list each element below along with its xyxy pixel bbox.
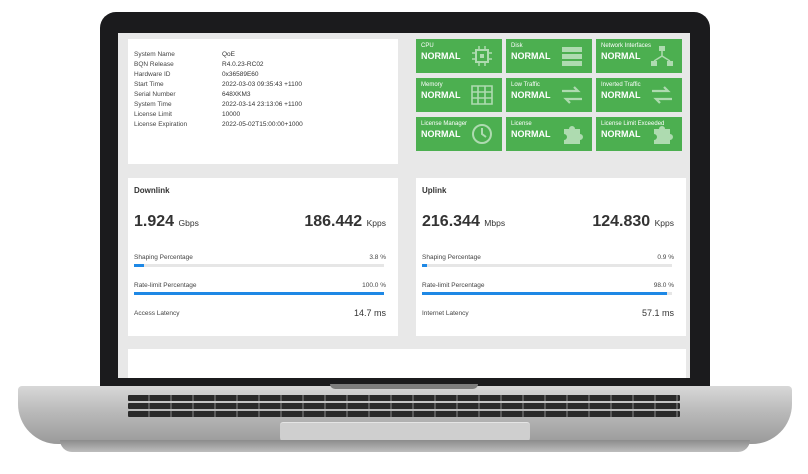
clock-icon: [472, 124, 492, 144]
latency-value: 57.1 ms: [641, 308, 674, 318]
status-tile-license-limit-exceeded[interactable]: License Limit Exceeded NORMAL: [596, 117, 682, 151]
uplink-card: Uplink 216.344 Mbps 124.830 Kpps Shaping…: [416, 178, 686, 336]
bar-fill: [134, 264, 144, 267]
latency-value: 14.7 ms: [353, 308, 386, 318]
uplink-packets: 124.830 Kpps: [592, 213, 674, 230]
shaping-pct: 0.9 %: [657, 254, 674, 261]
status-tile-disk[interactable]: Disk NORMAL: [506, 39, 592, 73]
ratelimit-pct: 98.0 %: [653, 282, 674, 289]
info-row: System Time 2022-03-14 23:13:06 +1100: [134, 101, 302, 108]
laptop-base-front: [60, 440, 750, 452]
card-title: Downlink: [134, 186, 170, 195]
downlink-packets: 186.442 Kpps: [304, 213, 386, 230]
arrows-icon: [652, 86, 672, 104]
puzzle-icon: [564, 126, 583, 144]
info-row: Start Time 2022-03-03 09:35:43 +1100: [134, 81, 302, 88]
keyboard: [128, 395, 680, 425]
server-icon: [562, 47, 582, 66]
info-row: Serial Number 648XKM3: [134, 91, 251, 98]
shaping-bar: [134, 264, 384, 267]
status-tile-license[interactable]: License NORMAL: [506, 117, 592, 151]
grid-icon: [471, 85, 493, 105]
status-tile-network-interfaces[interactable]: Network Interfaces NORMAL: [596, 39, 682, 73]
network-icon: [651, 46, 673, 66]
bar-fill: [134, 292, 384, 295]
ratelimit-bar: [422, 292, 672, 295]
card-title: Uplink: [422, 186, 447, 195]
shaping-label: Shaping Percentage: [422, 254, 481, 261]
laptop-hinge: [330, 384, 478, 389]
bar-fill: [422, 264, 427, 267]
ratelimit-pct: 100.0 %: [362, 282, 386, 289]
bar-fill: [422, 292, 667, 295]
ratelimit-label: Rate-limit Percentage: [422, 282, 485, 289]
status-tile-inverted-traffic[interactable]: Inverted Traffic NORMAL: [596, 78, 682, 112]
downlink-throughput: 1.924 Gbps: [134, 213, 199, 230]
system-info-panel: System Name QoE BQN Release R4.0.23-RC02 H…: [128, 39, 398, 164]
shaping-bar: [422, 264, 672, 267]
info-row: License Limit 10000: [134, 111, 241, 118]
latency-label: Access Latency: [134, 310, 180, 317]
chip-icon: [472, 46, 492, 66]
bottom-panel: [128, 349, 686, 378]
shaping-pct: 3.8 %: [369, 254, 386, 261]
latency-label: Internet Latency: [422, 310, 469, 317]
info-row: System Name QoE: [134, 51, 236, 58]
status-tile-license-manager[interactable]: License Manager NORMAL: [416, 117, 502, 151]
arrows-icon: [562, 86, 582, 104]
ratelimit-label: Rate-limit Percentage: [134, 282, 197, 289]
status-tile-cpu[interactable]: CPU NORMAL: [416, 39, 502, 73]
ratelimit-bar: [134, 292, 384, 295]
shaping-label: Shaping Percentage: [134, 254, 193, 261]
info-row: Hardware ID 0x36589E60: [134, 71, 259, 78]
downlink-card: Downlink 1.924 Gbps 186.442 Kpps Shaping…: [128, 178, 398, 336]
dashboard-screen: System Name QoE BQN Release R4.0.23-RC02 H…: [118, 33, 690, 378]
info-row: License Expiration 2022-05-02T15:00:00+10…: [134, 121, 303, 128]
puzzle-icon: [654, 126, 673, 144]
info-row: BQN Release R4.0.23-RC02: [134, 61, 264, 68]
uplink-throughput: 216.344 Mbps: [422, 213, 506, 230]
status-tile-low-traffic[interactable]: Low Traffic NORMAL: [506, 78, 592, 112]
status-tile-memory[interactable]: Memory NORMAL: [416, 78, 502, 112]
